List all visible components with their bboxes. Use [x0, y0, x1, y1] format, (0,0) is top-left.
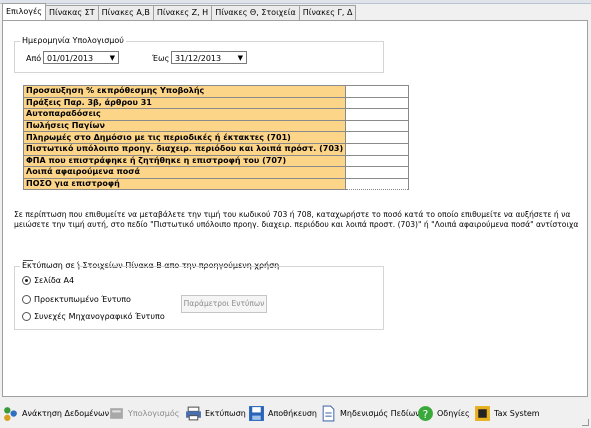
- radio-a4-label: Σελίδα A4: [34, 276, 75, 285]
- tab-strip: Επιλογές Πίνακας ΣΤ Πίνακες Α,Β Πίνακες …: [2, 3, 357, 20]
- calculate-button[interactable]: Υπολογισμός: [108, 402, 179, 424]
- radio-a4-page[interactable]: Σελίδα A4: [22, 276, 74, 285]
- date-group: Ημερομηνία Υπολογισμού Από 01/01/2013 ▼ …: [14, 36, 384, 73]
- help-icon: ?: [418, 405, 433, 421]
- info-note: Σε περίπτωση που επιθυμείτε να μεταβάλετ…: [14, 210, 579, 229]
- tab-tables-theta-data[interactable]: Πίνακες Θ, Στοιχεία: [211, 5, 300, 20]
- row-label: ΦΠΑ που επιστράφηκε ή ζητήθηκε η επιστρο…: [22, 154, 347, 168]
- load-data-label: Ανάκτηση Δεδομένων: [22, 408, 110, 418]
- calculate-label: Υπολογισμός: [128, 408, 180, 418]
- table-row: Πράξεις Παρ. 3β, άρθρου 31: [22, 96, 410, 110]
- window-top-border: [0, 0, 591, 4]
- table-row: Πληρωμές στο Δημόσιο με τις περιοδικές ή…: [22, 131, 410, 144]
- tab-table-st[interactable]: Πίνακας ΣΤ: [44, 5, 99, 20]
- row-value-input[interactable]: [345, 108, 410, 121]
- row-value-input[interactable]: [345, 177, 410, 191]
- row-label: ΠΟΣΟ για επιστροφή: [22, 177, 347, 191]
- table-row: Πιστωτικό υπόλοιπο προηγ. διαχειρ. περιό…: [22, 142, 410, 156]
- tax-system-logo-icon: [475, 405, 490, 421]
- radio-button-selected[interactable]: [22, 276, 31, 285]
- radio-continuous-form[interactable]: Συνεχές Μηχανογραφικό Έντυπο: [22, 312, 165, 321]
- to-date-combo[interactable]: 31/12/2013 ▼: [171, 51, 247, 64]
- date-group-legend: Ημερομηνία Υπολογισμού: [20, 36, 126, 45]
- bottom-toolbar: Ανάκτηση Δεδομένων Υπολογισμός Εκτύπωση …: [0, 398, 591, 426]
- row-value-input[interactable]: [345, 119, 410, 133]
- to-date-value: 31/12/2013: [175, 54, 222, 63]
- row-value-input[interactable]: [345, 166, 410, 179]
- row-label: Λοιπά αφαιρούμενα ποσά: [22, 166, 347, 179]
- table-row: Αυτοπαραδόσεις: [22, 108, 410, 121]
- save-icon: [249, 405, 264, 421]
- row-value-input[interactable]: [345, 96, 410, 110]
- table-row: Λοιπά αφαιρούμενα ποσά: [22, 166, 410, 179]
- row-label: Πωλήσεις Παγίων: [22, 119, 347, 133]
- from-date-value: 01/01/2013: [47, 54, 94, 63]
- tab-tables-g-d[interactable]: Πίνακες Γ, Δ: [298, 5, 357, 20]
- row-label: Πληρωμές στο Δημόσιο με τις περιοδικές ή…: [22, 131, 347, 144]
- tab-tables-z-h[interactable]: Πίνακες Ζ, Η: [152, 5, 213, 20]
- tax-system-button[interactable]: Tax System: [474, 402, 540, 424]
- clear-document-icon: [322, 405, 335, 421]
- print-button[interactable]: Εκτύπωση: [185, 402, 246, 424]
- save-label: Αποθήκευση: [268, 408, 317, 418]
- print-group-legend: Εκτύπωση σε: [20, 261, 77, 270]
- load-data-button[interactable]: Ανάκτηση Δεδομένων: [2, 402, 109, 424]
- radio-continuous-label: Συνεχές Μηχανογραφικό Έντυπο: [34, 312, 165, 321]
- row-value-input[interactable]: [345, 131, 410, 144]
- radio-button[interactable]: [22, 295, 31, 304]
- tab-tables-a-b[interactable]: Πίνακες Α,Β: [97, 5, 154, 20]
- instructions-label: Οδηγίες: [437, 408, 470, 418]
- clear-fields-button[interactable]: Μηδενισμός Πεδίων: [320, 402, 420, 424]
- print-parameters-button[interactable]: Παράμετροι Εντύπων: [181, 295, 267, 313]
- radio-button[interactable]: [22, 312, 31, 321]
- row-label: Πράξεις Παρ. 3β, άρθρου 31: [22, 96, 347, 110]
- resize-grip[interactable]: [582, 419, 589, 426]
- printer-icon: [186, 406, 201, 420]
- tax-system-label: Tax System: [494, 408, 540, 418]
- radio-preprinted-label: Προεκτυπωμένο Έντυπο: [34, 295, 131, 304]
- from-date-combo[interactable]: 01/01/2013 ▼: [43, 51, 119, 64]
- table-row: Πωλήσεις Παγίων: [22, 119, 410, 133]
- database-load-icon: [4, 406, 17, 421]
- table-row: ΠΟΣΟ για επιστροφή: [22, 177, 410, 191]
- calculator-icon: [110, 407, 123, 419]
- to-label: Έως: [152, 54, 170, 63]
- tab-content-panel: Ημερομηνία Υπολογισμού Από 01/01/2013 ▼ …: [2, 20, 588, 397]
- table-row: ΦΠΑ που επιστράφηκε ή ζητήθηκε η επιστρο…: [22, 154, 410, 168]
- tab-options[interactable]: Επιλογές: [2, 3, 46, 20]
- svg-text:?: ?: [423, 407, 429, 420]
- chevron-down-icon[interactable]: ▼: [238, 52, 243, 65]
- vat-summary-table: Προσαυξηση % εκπρόθεσμης Υποβολής Πράξει…: [22, 85, 410, 191]
- save-button[interactable]: Αποθήκευση: [248, 402, 317, 424]
- instructions-button[interactable]: ? Οδηγίες: [417, 402, 470, 424]
- radio-preprinted-form[interactable]: Προεκτυπωμένο Έντυπο: [22, 295, 131, 304]
- row-label: Πιστωτικό υπόλοιπο προηγ. διαχειρ. περιό…: [22, 142, 347, 156]
- row-label: Προσαυξηση % εκπρόθεσμης Υποβολής: [22, 85, 347, 98]
- row-value-input[interactable]: [345, 142, 410, 156]
- from-label: Από: [26, 54, 42, 63]
- clear-fields-label: Μηδενισμός Πεδίων: [340, 408, 420, 418]
- row-value-input[interactable]: [345, 85, 410, 98]
- print-label: Εκτύπωση: [205, 408, 246, 418]
- row-value-input[interactable]: [345, 154, 410, 168]
- chevron-down-icon[interactable]: ▼: [110, 52, 115, 65]
- table-row: Προσαυξηση % εκπρόθεσμης Υποβολής: [22, 85, 410, 98]
- row-label: Αυτοπαραδόσεις: [22, 108, 347, 121]
